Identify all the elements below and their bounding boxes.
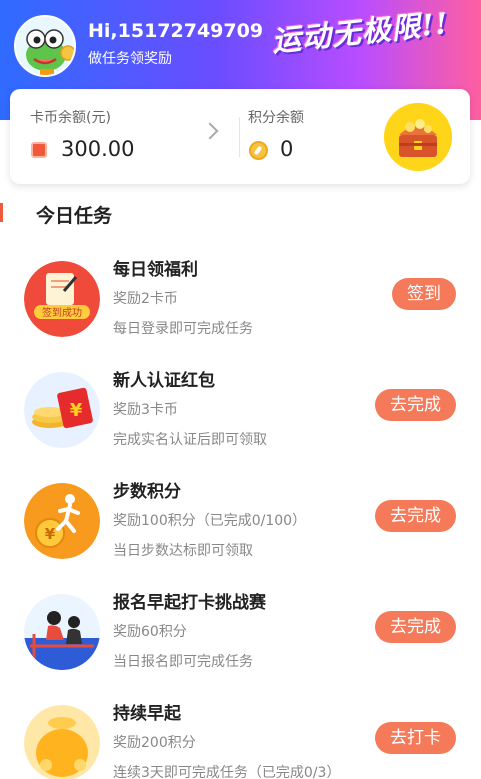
task-early-rise-challenge: 报名早起打卡挑战赛 奖励60积分 当日报名即可完成任务 去完成: [0, 588, 481, 699]
slogan-banner: 运动无极限!!: [270, 6, 451, 59]
task-step-points: ¥ 步数积分 奖励100积分（已完成0/100） 当日步数达标即可领取 去完成: [0, 477, 481, 588]
signin-success-text: 签到成功: [42, 306, 82, 319]
treasure-chest-icon[interactable]: [384, 103, 452, 171]
runner-icon: ¥: [24, 483, 100, 559]
task-daily-welfare: 签到成功 每日领福利 奖励2卡币 每日登录即可完成任务 签到: [0, 255, 481, 366]
header-subtitle: 做任务领奖励: [88, 51, 172, 67]
task-reward: 奖励200积分: [113, 735, 196, 751]
task-title: 每日领福利: [113, 260, 198, 280]
task-description: 每日登录即可完成任务: [113, 321, 253, 337]
signin-success-icon: 签到成功: [24, 261, 100, 337]
workout-icon: [24, 594, 100, 670]
user-greeting: Hi,15172749709: [88, 20, 264, 42]
card-coin-icon: [31, 142, 47, 158]
signin-button[interactable]: 签到: [392, 278, 456, 310]
section-accent-bar: [0, 203, 3, 222]
chevron-right-icon[interactable]: [201, 122, 219, 140]
points-balance-value: 0: [280, 137, 294, 161]
task-reward: 奖励60积分: [113, 624, 187, 640]
complete-button[interactable]: 去完成: [375, 611, 456, 643]
checkin-button[interactable]: 去打卡: [375, 722, 456, 754]
section-title: 今日任务: [36, 205, 113, 227]
task-reward: 奖励3卡币: [113, 402, 178, 418]
card-balance-label: 卡币余额(元): [30, 110, 111, 126]
task-title: 步数积分: [113, 482, 181, 502]
task-title: 新人认证红包: [113, 371, 215, 391]
gold-bag-icon: [24, 705, 100, 779]
balance-card: 卡币余额(元) 300.00 积分余额 0: [10, 89, 470, 184]
task-reward: 奖励100积分（已完成0/100）: [113, 513, 307, 529]
task-continuous-early-rise: 持续早起 奖励200积分 连续3天即可完成任务（已完成0/3） 去打卡: [0, 699, 481, 779]
task-description: 完成实名认证后即可领取: [113, 432, 267, 448]
points-coin-icon: [249, 141, 268, 160]
complete-button[interactable]: 去完成: [375, 389, 456, 421]
task-description: 当日报名即可完成任务: [113, 654, 253, 670]
complete-button[interactable]: 去完成: [375, 500, 456, 532]
task-title: 报名早起打卡挑战赛: [113, 593, 266, 613]
task-title: 持续早起: [113, 704, 181, 724]
frog-avatar-icon[interactable]: [14, 15, 76, 77]
task-reward: 奖励2卡币: [113, 291, 178, 307]
points-balance-label: 积分余额: [248, 110, 304, 126]
red-envelope-icon: ¥: [24, 372, 100, 448]
task-description: 当日步数达标即可领取: [113, 543, 253, 559]
task-description: 连续3天即可完成任务（已完成0/3）: [113, 765, 341, 779]
coin-yuan-symbol: ¥: [45, 525, 56, 543]
divider: [239, 117, 240, 157]
yuan-symbol: ¥: [70, 400, 83, 421]
task-new-user-redpacket: ¥ 新人认证红包 奖励3卡币 完成实名认证后即可领取 去完成: [0, 366, 481, 477]
card-balance-value: 300.00: [61, 137, 135, 161]
